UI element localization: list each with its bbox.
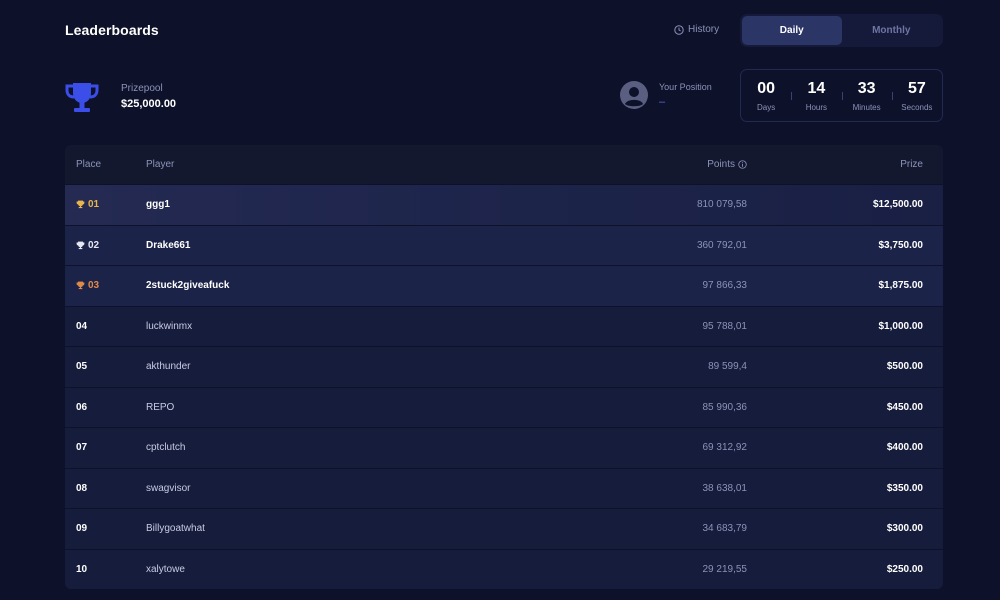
row-player: akthunder <box>146 361 191 373</box>
row-prize: $3,750.00 <box>878 239 924 251</box>
row-points: 34 683,79 <box>702 523 748 535</box>
row-prize: $1,000.00 <box>878 320 924 332</box>
row-place: 08 <box>76 482 88 494</box>
timer-seconds: 57 Seconds <box>891 70 942 121</box>
row-player: swagvisor <box>146 482 191 494</box>
table-row: 10 xalytowe 29 219,55 $250.00 <box>65 548 943 589</box>
column-points: Points <box>566 159 747 170</box>
row-points: 38 638,01 <box>702 482 748 494</box>
clock-icon <box>674 24 684 35</box>
row-points: 69 312,92 <box>702 442 748 454</box>
row-prize: $500.00 <box>886 361 923 373</box>
timer-days-unit: Days <box>757 102 776 112</box>
row-points: 360 792,01 <box>696 239 747 251</box>
row-prize: $12,500.00 <box>872 199 923 211</box>
row-place-value: 01 <box>88 199 100 211</box>
row-place: 10 <box>76 563 88 575</box>
timer-minutes-unit: Minutes <box>852 102 881 112</box>
countdown-timer: 00 Days 14 Hours 33 Minutes 57 Seconds <box>740 69 943 122</box>
row-player: Drake661 <box>146 239 191 251</box>
timer-seconds-value: 57 <box>907 79 926 97</box>
trophy-icon <box>65 83 99 112</box>
table-row: 02 Drake661 360 792,01 $3,750.00 <box>65 224 943 265</box>
row-place: 05 <box>76 361 88 373</box>
row-place: 04 <box>76 320 88 332</box>
row-player: cptclutch <box>146 442 186 454</box>
history-link[interactable]: History <box>674 24 719 35</box>
table-row: 07 cptclutch 69 312,92 $400.00 <box>65 427 943 468</box>
row-player: 2stuck2giveafuck <box>146 280 230 292</box>
row-points: 95 788,01 <box>702 320 748 332</box>
row-prize: $450.00 <box>886 401 923 413</box>
row-prize: $250.00 <box>886 563 923 575</box>
table-row: 08 swagvisor 38 638,01 $350.00 <box>65 467 943 508</box>
timer-minutes: 33 Minutes <box>841 70 892 121</box>
column-player: Player <box>146 159 175 170</box>
info-icon[interactable] <box>738 160 747 169</box>
table-row: 03 2stuck2giveafuck 97 866,33 $1,875.00 <box>65 265 943 306</box>
row-player: Billygoatwhat <box>146 523 205 535</box>
column-prize: Prize <box>900 159 923 170</box>
page-title: Leaderboards <box>65 22 159 38</box>
trophy-silver-icon <box>76 241 85 249</box>
position-label: Your Position <box>659 82 712 92</box>
timer-hours: 14 Hours <box>791 70 841 121</box>
row-place: 07 <box>76 442 88 454</box>
timer-minutes-value: 33 <box>857 79 876 97</box>
table-header: Place Player Points Prize <box>65 145 943 184</box>
prizepool-value: $25,000.00 <box>121 98 177 110</box>
timer-days-value: 00 <box>757 79 776 97</box>
prizepool-label: Prizepool <box>121 83 163 94</box>
user-avatar-icon <box>620 81 648 109</box>
row-points: 810 079,58 <box>696 199 747 211</box>
row-place: 09 <box>76 523 88 535</box>
row-points: 85 990,36 <box>702 401 748 413</box>
row-place-value: 02 <box>88 239 100 251</box>
row-place: 02 <box>65 240 146 251</box>
tab-daily[interactable]: Daily <box>742 16 842 45</box>
row-place: 06 <box>76 401 88 413</box>
timer-seconds-unit: Seconds <box>901 102 933 112</box>
tab-monthly[interactable]: Monthly <box>842 16 942 45</box>
row-place-value: 03 <box>88 280 100 292</box>
table-row: 06 REPO 85 990,36 $450.00 <box>65 386 943 427</box>
row-player: ggg1 <box>146 199 170 211</box>
row-points: 29 219,55 <box>702 563 748 575</box>
row-player: luckwinmx <box>146 320 193 332</box>
leaderboard-page: Leaderboards History Daily Monthly Prize… <box>0 0 1000 600</box>
table-row: 04 luckwinmx 95 788,01 $1,000.00 <box>65 305 943 346</box>
timer-days: 00 Days <box>741 70 791 121</box>
trophy-gold-icon <box>76 200 85 209</box>
position-value: – <box>659 96 666 108</box>
row-prize: $1,875.00 <box>878 280 924 292</box>
row-prize: $350.00 <box>886 482 923 494</box>
leaderboard-table: Place Player Points Prize 01 ggg1 810 07… <box>65 145 943 589</box>
table-row: 09 Billygoatwhat 34 683,79 $300.00 <box>65 508 943 549</box>
timer-hours-value: 14 <box>807 79 826 97</box>
timer-hours-unit: Hours <box>805 102 828 112</box>
row-points: 97 866,33 <box>702 280 748 292</box>
row-prize: $300.00 <box>886 523 923 535</box>
column-place: Place <box>76 159 102 170</box>
row-player: xalytowe <box>146 563 185 575</box>
table-row: 01 ggg1 810 079,58 $12,500.00 <box>65 184 943 225</box>
period-toggle: Daily Monthly <box>740 14 943 47</box>
row-points: 89 599,4 <box>708 361 747 373</box>
trophy-bronze-icon <box>76 281 85 290</box>
history-label: History <box>688 24 720 35</box>
row-player: REPO <box>146 401 175 413</box>
row-place: 01 <box>65 199 146 210</box>
row-place: 03 <box>65 280 146 291</box>
table-row: 05 akthunder 89 599,4 $500.00 <box>65 346 943 387</box>
column-points-label: Points <box>707 159 735 170</box>
row-prize: $400.00 <box>886 442 923 454</box>
